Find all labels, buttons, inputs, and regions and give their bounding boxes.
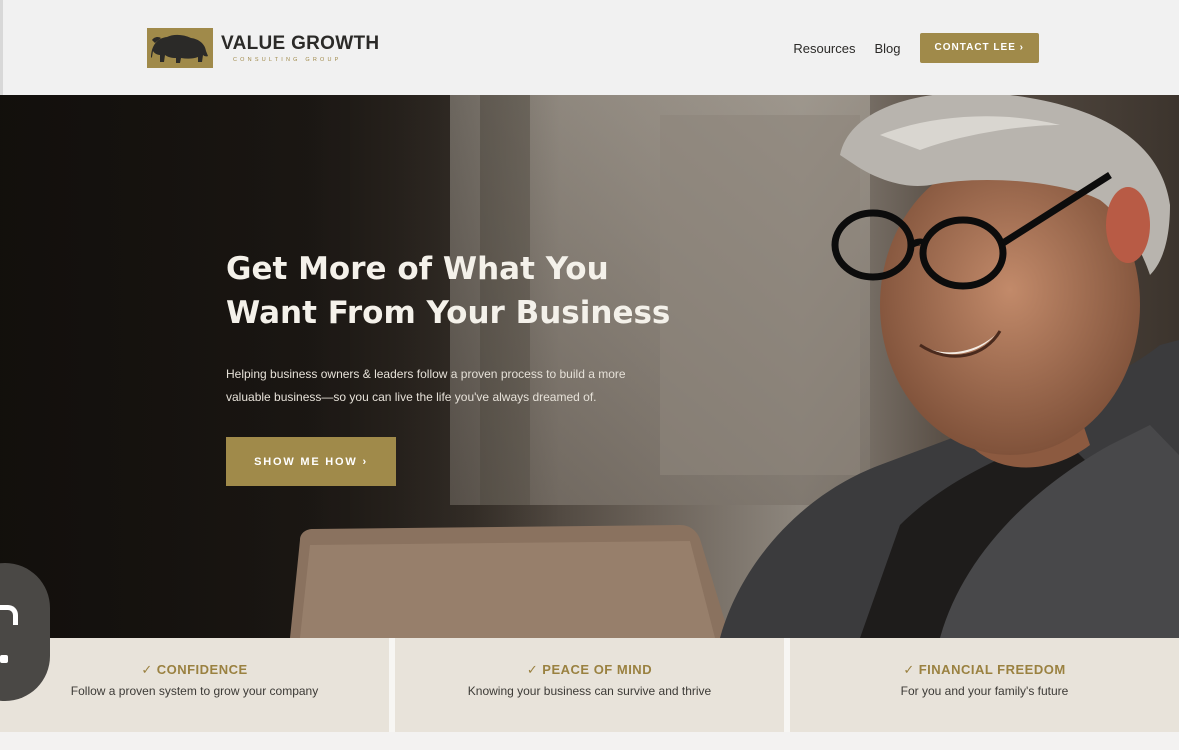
nav-blog-link[interactable]: Blog bbox=[874, 41, 900, 56]
benefit-title: PEACE OF MIND bbox=[542, 662, 653, 677]
brand-tagline: CONSULTING GROUP bbox=[233, 56, 342, 63]
benefit-title: CONFIDENCE bbox=[156, 662, 248, 677]
benefit-description: For you and your family's future bbox=[900, 684, 1069, 698]
check-icon: ✓ bbox=[903, 662, 915, 677]
hero-section: Get More of What You Want From Your Busi… bbox=[0, 95, 1179, 638]
benefit-title: FINANCIAL FREEDOM bbox=[918, 662, 1066, 677]
benefit-peace-of-mind: ✓ PEACE OF MIND Knowing your business can… bbox=[395, 638, 784, 732]
benefit-confidence: ✓ CONFIDENCE Follow a proven system to gr… bbox=[0, 638, 389, 732]
hero-title-line-1: Get More of What You bbox=[226, 251, 609, 287]
main-nav: Resources Blog CONTACT LEE › bbox=[793, 33, 1039, 63]
chat-icon bbox=[0, 605, 18, 625]
check-icon: ✓ bbox=[141, 662, 153, 677]
show-me-how-button[interactable]: SHOW ME HOW › bbox=[226, 437, 396, 486]
bison-icon bbox=[147, 28, 213, 68]
hero-title: Get More of What You Want From Your Busi… bbox=[226, 247, 746, 335]
floating-chat-button[interactable] bbox=[0, 563, 50, 701]
nav-resources-link[interactable]: Resources bbox=[793, 41, 855, 56]
hero-subtitle-line-1: Helping business owners & leaders follow… bbox=[226, 367, 626, 381]
benefit-financial-freedom: ✓ FINANCIAL FREEDOM For you and your fami… bbox=[790, 638, 1179, 732]
hero-title-line-2: Want From Your Business bbox=[226, 295, 671, 331]
site-header: VALUE GROWTH CONSULTING GROUP Resources … bbox=[0, 0, 1179, 95]
brand-logo[interactable]: VALUE GROWTH CONSULTING GROUP bbox=[147, 28, 379, 68]
benefits-band: ✓ CONFIDENCE Follow a proven system to gr… bbox=[0, 638, 1179, 732]
contact-lee-button[interactable]: CONTACT LEE › bbox=[919, 33, 1039, 63]
hero-subtitle: Helping business owners & leaders follow… bbox=[226, 363, 686, 409]
benefit-description: Knowing your business can survive and th… bbox=[467, 684, 712, 698]
check-icon: ✓ bbox=[526, 662, 539, 677]
page-bottom-strip bbox=[0, 732, 1179, 750]
hero-subtitle-line-2: valuable business—so you can live the li… bbox=[226, 390, 597, 404]
brand-name: VALUE GROWTH bbox=[221, 32, 380, 54]
benefit-description: Follow a proven system to grow your comp… bbox=[70, 684, 319, 698]
